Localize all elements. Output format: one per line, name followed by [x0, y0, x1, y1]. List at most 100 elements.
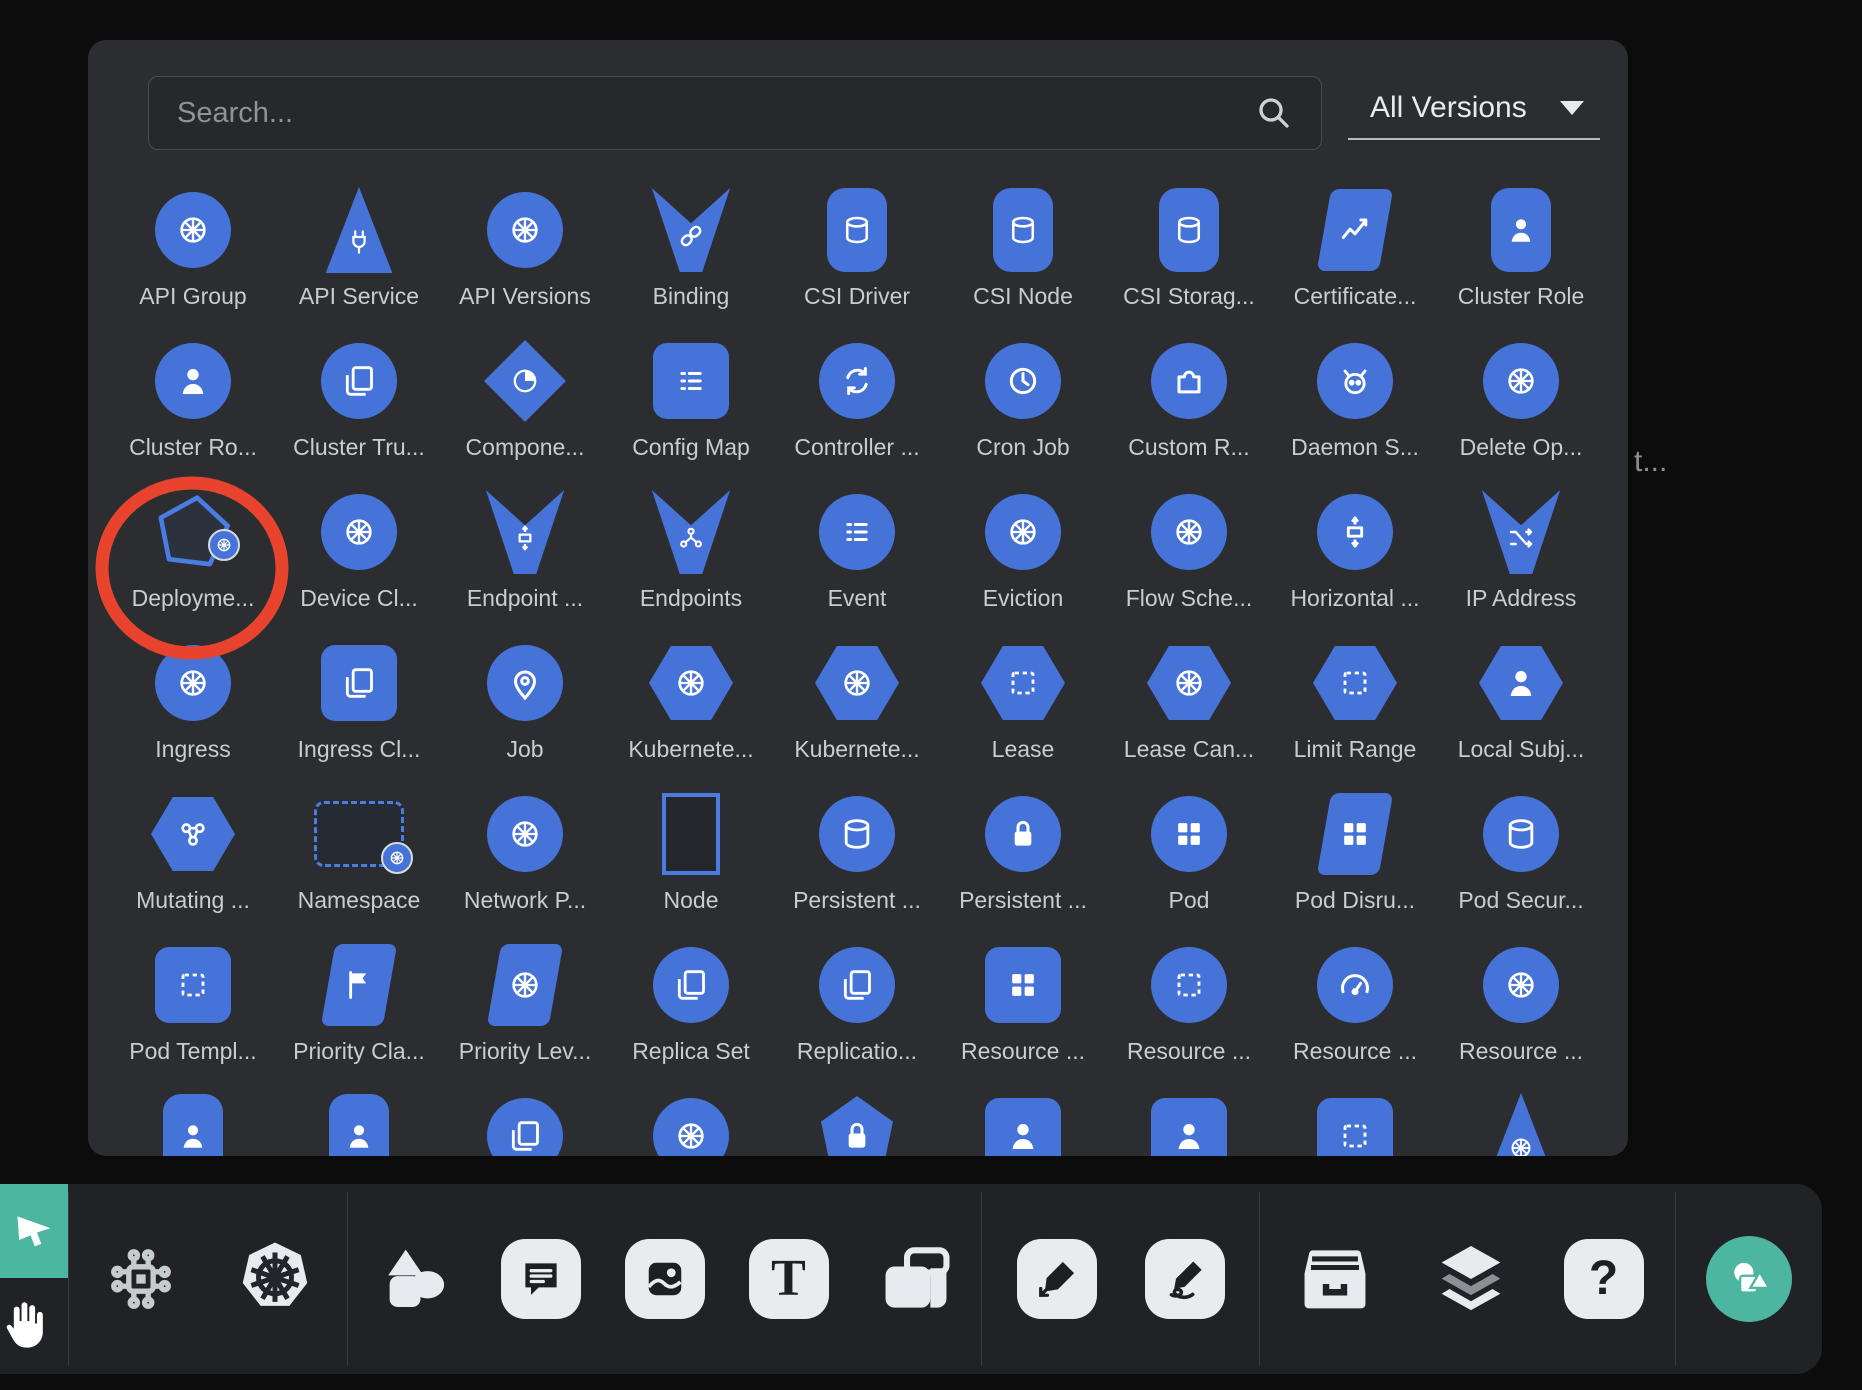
image-tool[interactable]: [625, 1239, 705, 1319]
shape-item-binding[interactable]: Binding: [608, 182, 774, 333]
shape-item-csi-driver[interactable]: CSI Driver: [774, 182, 940, 333]
pen-tool[interactable]: [1017, 1239, 1097, 1319]
library-tool[interactable]: [1292, 1236, 1378, 1322]
shape-item-custom-resource[interactable]: Custom R...: [1106, 333, 1272, 484]
shape-item-priority-level[interactable]: Priority Lev...: [442, 937, 608, 1088]
shape-item-rules-review-shape[interactable]: [1272, 1088, 1438, 1156]
shape-item-lease-candidate[interactable]: Lease Can...: [1106, 635, 1272, 786]
shape-item-resource[interactable]: Resource ...: [1272, 937, 1438, 1088]
shape-item-lease[interactable]: Lease: [940, 635, 1106, 786]
shape-item-kubernetes-shape[interactable]: [608, 1088, 774, 1156]
shape-item-endpoint-slice[interactable]: Endpoint ...: [442, 484, 608, 635]
shape-item-resource[interactable]: Resource ...: [1106, 937, 1272, 1088]
shape-item-service-shape[interactable]: [1438, 1088, 1604, 1156]
shape-item-kubernetes[interactable]: Kubernete...: [608, 635, 774, 786]
layers-tool[interactable]: [1428, 1236, 1514, 1322]
shape-item-namespace[interactable]: Namespace: [276, 786, 442, 937]
shape-item-api-versions[interactable]: API Versions: [442, 182, 608, 333]
hand-tool[interactable]: [0, 1294, 52, 1352]
shape-item-controller-revision[interactable]: Controller ...: [774, 333, 940, 484]
shape-item-ip-address[interactable]: IP Address: [1438, 484, 1604, 635]
shapes-tool[interactable]: [371, 1236, 457, 1322]
shape-item-kubernetes[interactable]: Kubernete...: [774, 635, 940, 786]
resource-icon: [1317, 947, 1393, 1023]
search-input[interactable]: [148, 76, 1322, 150]
shape-item-cluster-trust-bundle[interactable]: Cluster Tru...: [276, 333, 442, 484]
shape-item-delete-options[interactable]: Delete Op...: [1438, 333, 1604, 484]
shape-item-resource[interactable]: Resource ...: [940, 937, 1106, 1088]
shape-item-csi-storage[interactable]: CSI Storag...: [1106, 182, 1272, 333]
shape-item-daemon-set[interactable]: Daemon S...: [1272, 333, 1438, 484]
shape-item-endpoints[interactable]: Endpoints: [608, 484, 774, 635]
shape-item-replica-set[interactable]: Replica Set: [608, 937, 774, 1088]
shape-item-persistent-volume[interactable]: Persistent ...: [774, 786, 940, 937]
shape-item-deployment[interactable]: Deployme...: [110, 484, 276, 635]
kubernetes-library-tool[interactable]: [232, 1236, 318, 1322]
shape-item-api-service[interactable]: API Service: [276, 182, 442, 333]
canvas-stray-text: t...: [1634, 445, 1667, 479]
shape-item-device-class[interactable]: Device Cl...: [276, 484, 442, 635]
pencil-tool[interactable]: [1145, 1239, 1225, 1319]
shape-item-pod-security[interactable]: Pod Secur...: [1438, 786, 1604, 937]
shapes-logo-tool[interactable]: [1706, 1236, 1792, 1322]
rules-review-shape-icon: [1317, 1098, 1393, 1156]
node-icon: [662, 793, 720, 875]
shapes-icon: [371, 1236, 457, 1322]
shape-item-pages-shape[interactable]: [442, 1088, 608, 1156]
shape-item-cluster-role[interactable]: Cluster Role: [1438, 182, 1604, 333]
comment-tool[interactable]: [501, 1239, 581, 1319]
shape-item-label: Pod: [1169, 887, 1210, 914]
shape-item-pod-template[interactable]: Pod Templ...: [110, 937, 276, 1088]
shape-item-csi-node[interactable]: CSI Node: [940, 182, 1106, 333]
select-tool[interactable]: [0, 1184, 68, 1278]
shape-item-user-check-shape[interactable]: [940, 1088, 1106, 1156]
shape-item-network-policy[interactable]: Network P...: [442, 786, 608, 937]
text-tool[interactable]: T: [749, 1239, 829, 1319]
shape-item-user-shape[interactable]: [110, 1088, 276, 1156]
note-tool[interactable]: [873, 1236, 959, 1322]
text-glyph: T: [771, 1253, 806, 1305]
namespace-icon: [314, 801, 404, 867]
shape-item-ingress-class[interactable]: Ingress Cl...: [276, 635, 442, 786]
shape-item-flow-schema[interactable]: Flow Sche...: [1106, 484, 1272, 635]
shape-item-eviction[interactable]: Eviction: [940, 484, 1106, 635]
shape-item-node[interactable]: Node: [608, 786, 774, 937]
version-filter-dropdown[interactable]: All Versions: [1348, 78, 1600, 140]
shape-item-cluster-role-binding[interactable]: Cluster Ro...: [110, 333, 276, 484]
deployment-icon: [148, 489, 238, 575]
image-icon: [640, 1254, 690, 1304]
shape-item-label: Daemon S...: [1291, 434, 1419, 461]
shape-item-label: Event: [828, 585, 887, 612]
shape-item-config-map[interactable]: Config Map: [608, 333, 774, 484]
priority-level-icon: [494, 944, 556, 1026]
shape-item-pod-disruption-budget[interactable]: Pod Disru...: [1272, 786, 1438, 937]
connector-tool[interactable]: [98, 1236, 184, 1322]
help-tool[interactable]: ?: [1564, 1239, 1644, 1319]
shape-item-secret-shape[interactable]: [774, 1088, 940, 1156]
shape-item-replication-controller[interactable]: Replicatio...: [774, 937, 940, 1088]
shape-item-label: Resource ...: [1127, 1038, 1251, 1065]
shape-item-certificate-request[interactable]: Certificate...: [1272, 182, 1438, 333]
shape-item-limit-range[interactable]: Limit Range: [1272, 635, 1438, 786]
priority-class-icon: [328, 944, 390, 1026]
shape-item-label: Lease: [992, 736, 1055, 763]
shape-item-persistent-volume-claim[interactable]: Persistent ...: [940, 786, 1106, 937]
shape-item-label: Resource ...: [1459, 1038, 1583, 1065]
shape-item-user-check-shape[interactable]: [1106, 1088, 1272, 1156]
shape-item-component-status[interactable]: Compone...: [442, 333, 608, 484]
shape-item-job[interactable]: Job: [442, 635, 608, 786]
shape-item-api-group[interactable]: API Group: [110, 182, 276, 333]
shape-item-resource[interactable]: Resource ...: [1438, 937, 1604, 1088]
shape-item-cron-job[interactable]: Cron Job: [940, 333, 1106, 484]
shape-item-local-subject-review[interactable]: Local Subj...: [1438, 635, 1604, 786]
shape-item-ingress[interactable]: Ingress: [110, 635, 276, 786]
shape-item-mutating-webhook[interactable]: Mutating ...: [110, 786, 276, 937]
shape-item-user-link-shape[interactable]: [276, 1088, 442, 1156]
shape-item-horizontal-autoscaler[interactable]: Horizontal ...: [1272, 484, 1438, 635]
shape-item-label: Persistent ...: [959, 887, 1087, 914]
pod-disruption-budget-icon: [1324, 793, 1386, 875]
shape-item-event[interactable]: Event: [774, 484, 940, 635]
shape-item-pod[interactable]: Pod: [1106, 786, 1272, 937]
shape-item-priority-class[interactable]: Priority Cla...: [276, 937, 442, 1088]
shape-item-label: Resource ...: [1293, 1038, 1417, 1065]
